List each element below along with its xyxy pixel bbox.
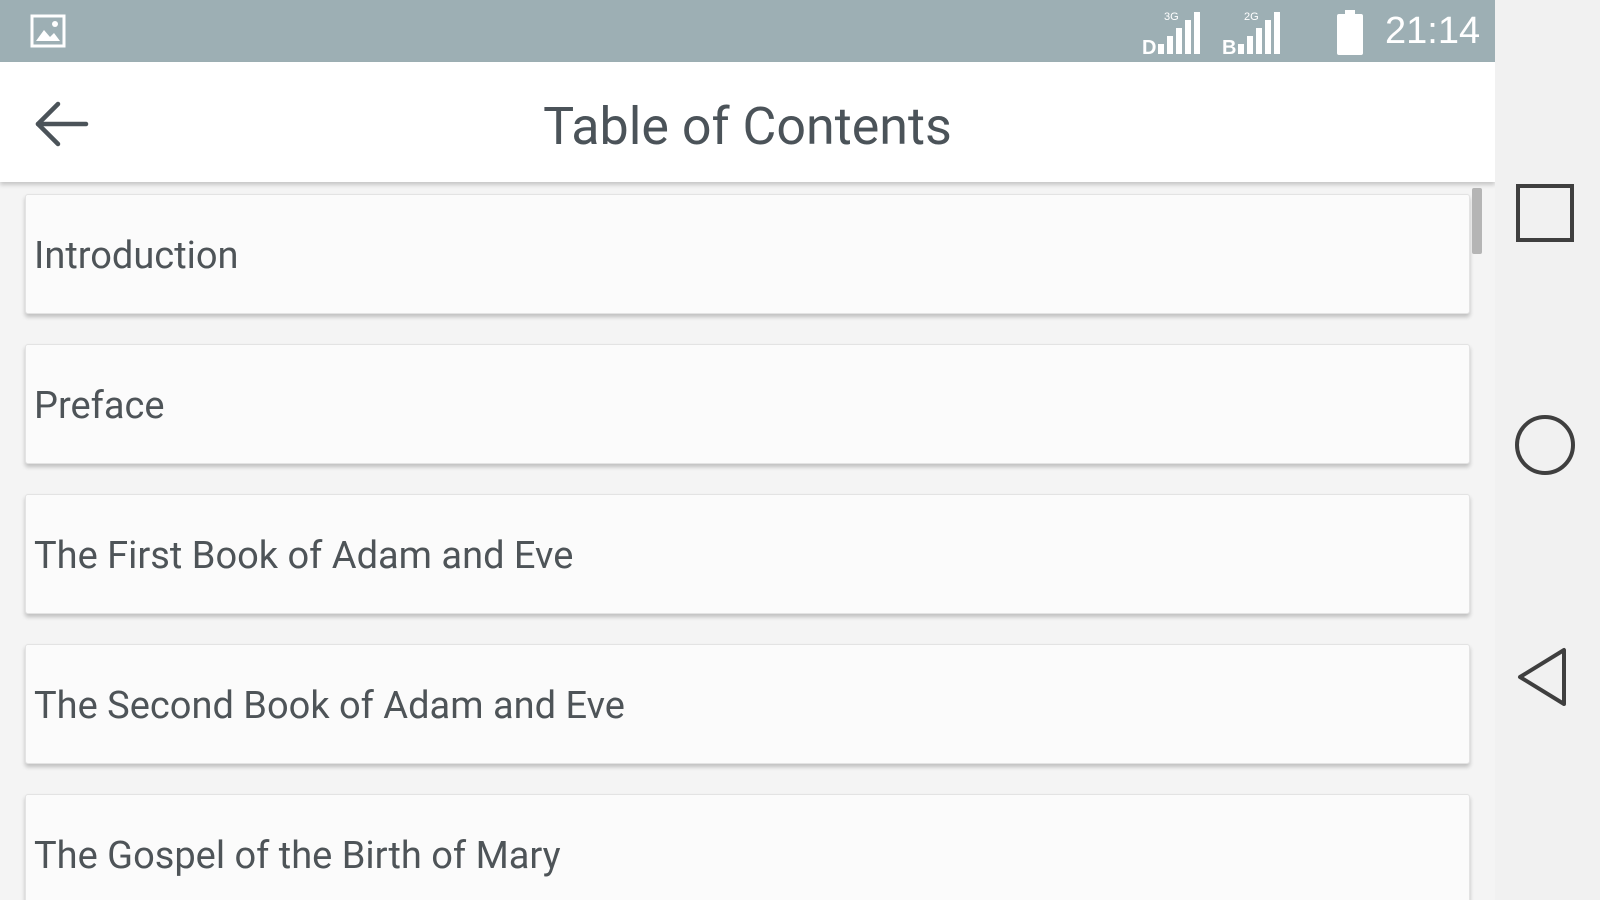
gallery-icon [30, 14, 66, 48]
toc-item-gospel-birth-of-mary[interactable]: The Gospel of the Birth of Mary [25, 794, 1470, 900]
svg-text:3G: 3G [1164, 11, 1179, 23]
battery-icon [1337, 10, 1363, 55]
toc-item-label: Preface [34, 384, 165, 428]
signal-3g-icon: 3G D [1142, 11, 1200, 56]
svg-text:B: B [1222, 37, 1236, 56]
svg-text:2G: 2G [1244, 11, 1259, 23]
toc-item-first-book[interactable]: The First Book of Adam and Eve [25, 494, 1470, 614]
status-bar: 3G D 2G B 21:14 [0, 0, 1495, 62]
toc-item-label: The Second Book of Adam and Eve [34, 684, 625, 728]
status-time: 21:14 [1385, 10, 1481, 52]
system-nav-bar [1495, 0, 1600, 900]
toc-item-label: Introduction [34, 234, 239, 278]
signal-2g-icon: 2G B [1222, 11, 1280, 56]
toc-list[interactable]: Introduction Preface The First Book of A… [0, 182, 1495, 900]
back-icon[interactable] [1510, 642, 1580, 712]
app-screen: 3G D 2G B 21:14 Table of Contents Introd… [0, 0, 1495, 900]
page-title: Table of Contents [543, 96, 952, 157]
toc-item-introduction[interactable]: Introduction [25, 194, 1470, 314]
svg-text:D: D [1142, 37, 1156, 56]
toc-item-label: The Gospel of the Birth of Mary [34, 834, 561, 878]
app-bar: Table of Contents [0, 62, 1495, 182]
scrollbar-thumb[interactable] [1472, 188, 1482, 254]
home-icon[interactable] [1510, 410, 1580, 480]
toc-item-preface[interactable]: Preface [25, 344, 1470, 464]
recent-apps-icon[interactable] [1510, 178, 1580, 248]
toc-item-label: The First Book of Adam and Eve [34, 534, 574, 578]
toc-item-second-book[interactable]: The Second Book of Adam and Eve [25, 644, 1470, 764]
